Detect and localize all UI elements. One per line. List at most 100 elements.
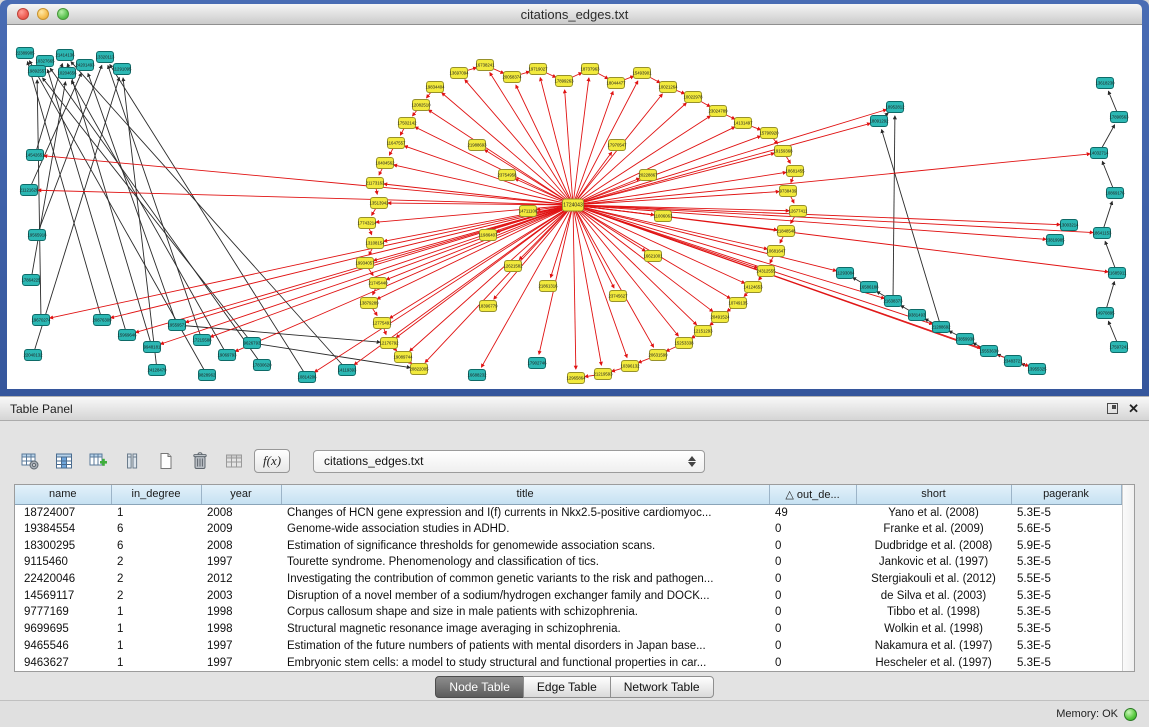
float-panel-icon[interactable] <box>1107 403 1118 414</box>
table-row[interactable]: 977716911998Corpus callosum shape and si… <box>15 604 1121 621</box>
column-header-pagerank[interactable]: pagerank <box>1011 485 1121 504</box>
tab-network-table[interactable]: Network Table <box>610 676 714 698</box>
table-cell[interactable]: Structural magnetic resonance image aver… <box>281 621 769 638</box>
tab-edge-table[interactable]: Edge Table <box>523 676 611 698</box>
table-cell[interactable]: 5.3E-5 <box>1011 504 1121 521</box>
table-cell[interactable]: 1997 <box>201 638 281 655</box>
table-cell[interactable]: 2 <box>111 587 201 604</box>
zoom-window-button[interactable] <box>57 8 69 20</box>
table-cell[interactable]: 2009 <box>201 521 281 538</box>
table-cell[interactable]: Wolkin et al. (1998) <box>856 621 1011 638</box>
close-panel-icon[interactable]: ✕ <box>1128 403 1139 414</box>
table-cell[interactable]: 2012 <box>201 571 281 588</box>
table-cell[interactable]: 6 <box>111 521 201 538</box>
table-cell[interactable]: 1 <box>111 621 201 638</box>
table-cell[interactable]: Estimation of significance thresholds fo… <box>281 537 769 554</box>
column-header-out_de[interactable]: △ out_de... <box>769 485 856 504</box>
table-cell[interactable]: Disruption of a novel member of a sodium… <box>281 587 769 604</box>
table-cell[interactable]: 49 <box>769 504 856 521</box>
table-cell[interactable]: Dudbridge et al. (2008) <box>856 537 1011 554</box>
table-cell[interactable]: 0 <box>769 521 856 538</box>
table-cell[interactable]: Franke et al. (2009) <box>856 521 1011 538</box>
tab-node-table[interactable]: Node Table <box>435 676 524 698</box>
table-cell[interactable]: 0 <box>769 654 856 671</box>
delete-table-button[interactable] <box>186 448 213 475</box>
table-row[interactable]: 1830029562008Estimation of significance … <box>15 537 1121 554</box>
minimize-window-button[interactable] <box>37 8 49 20</box>
table-cell[interactable]: Corpus callosum shape and size in male p… <box>281 604 769 621</box>
table-cell[interactable]: Genome-wide association studies in ADHD. <box>281 521 769 538</box>
network-canvas[interactable]: 1983440412082510175021421164755710404562… <box>7 25 1142 389</box>
table-cell[interactable]: 0 <box>769 621 856 638</box>
new-table-button[interactable] <box>152 448 179 475</box>
table-cell[interactable]: 19384554 <box>15 521 111 538</box>
table-cell[interactable]: Yano et al. (2008) <box>856 504 1011 521</box>
table-cell[interactable]: 1998 <box>201 621 281 638</box>
table-cell[interactable]: 9465546 <box>15 638 111 655</box>
table-cell[interactable]: 5.3E-5 <box>1011 587 1121 604</box>
table-cell[interactable]: 9699695 <box>15 621 111 638</box>
table-cell[interactable]: 5.6E-5 <box>1011 521 1121 538</box>
table-cell[interactable]: Estimation of the future numbers of pati… <box>281 638 769 655</box>
table-cell[interactable]: 9777169 <box>15 604 111 621</box>
table-cell[interactable]: 5.3E-5 <box>1011 604 1121 621</box>
table-cell[interactable]: 0 <box>769 554 856 571</box>
table-cell[interactable]: 5.9E-5 <box>1011 537 1121 554</box>
delete-column-button[interactable] <box>118 448 145 475</box>
table-cell[interactable]: 0 <box>769 587 856 604</box>
show-columns-button[interactable] <box>50 448 77 475</box>
table-cell[interactable]: 1997 <box>201 554 281 571</box>
table-cell[interactable]: 0 <box>769 571 856 588</box>
table-scrollbar[interactable] <box>1122 485 1135 671</box>
table-cell[interactable]: 2008 <box>201 537 281 554</box>
table-cell[interactable]: Nakamura et al. (1997) <box>856 638 1011 655</box>
table-cell[interactable]: Investigating the contribution of common… <box>281 571 769 588</box>
table-cell[interactable]: Hescheler et al. (1997) <box>856 654 1011 671</box>
table-cell[interactable]: 1 <box>111 504 201 521</box>
table-cell[interactable]: 22420046 <box>15 571 111 588</box>
column-header-year[interactable]: year <box>201 485 281 504</box>
table-cell[interactable]: 1997 <box>201 654 281 671</box>
table-cell[interactable]: 14569117 <box>15 587 111 604</box>
table-row[interactable]: 1456911722003Disruption of a novel membe… <box>15 587 1121 604</box>
table-row[interactable]: 946554611997Estimation of the future num… <box>15 638 1121 655</box>
column-header-short[interactable]: short <box>856 485 1011 504</box>
table-cell[interactable]: 1 <box>111 604 201 621</box>
table-cell[interactable]: Tourette syndrome. Phenomenology and cla… <box>281 554 769 571</box>
table-row[interactable]: 1938455462009Genome-wide association stu… <box>15 521 1121 538</box>
table-cell[interactable]: 0 <box>769 537 856 554</box>
table-cell[interactable]: 6 <box>111 537 201 554</box>
table-cell[interactable]: 2 <box>111 571 201 588</box>
table-row[interactable]: 2242004622012Investigating the contribut… <box>15 571 1121 588</box>
close-window-button[interactable] <box>17 8 29 20</box>
column-header-in_degree[interactable]: in_degree <box>111 485 201 504</box>
import-table-button[interactable] <box>220 448 247 475</box>
table-row[interactable]: 969969511998Structural magnetic resonanc… <box>15 621 1121 638</box>
table-cell[interactable]: 9115460 <box>15 554 111 571</box>
table-cell[interactable]: Embryonic stem cells: a model to study s… <box>281 654 769 671</box>
table-cell[interactable]: 2 <box>111 554 201 571</box>
table-cell[interactable]: 0 <box>769 638 856 655</box>
table-selector-dropdown[interactable]: citations_edges.txt <box>313 450 705 473</box>
table-cell[interactable]: 18300295 <box>15 537 111 554</box>
table-cell[interactable]: 2008 <box>201 504 281 521</box>
table-cell[interactable]: Stergiakouli et al. (2012) <box>856 571 1011 588</box>
table-row[interactable]: 1872400712008Changes of HCN gene express… <box>15 504 1121 521</box>
table-cell[interactable]: 1 <box>111 654 201 671</box>
column-header-name[interactable]: name <box>15 485 111 504</box>
table-row[interactable]: 911546021997Tourette syndrome. Phenomeno… <box>15 554 1121 571</box>
table-cell[interactable]: 5.3E-5 <box>1011 554 1121 571</box>
network-window-titlebar[interactable]: citations_edges.txt <box>7 4 1142 25</box>
table-cell[interactable]: Jankovic et al. (1997) <box>856 554 1011 571</box>
citation-network-graph[interactable]: 1983440412082510175021421164755710404562… <box>7 25 1142 389</box>
table-mode-button[interactable] <box>16 448 43 475</box>
table-cell[interactable]: 9463627 <box>15 654 111 671</box>
table-cell[interactable]: 5.3E-5 <box>1011 621 1121 638</box>
table-row[interactable]: 946362711997Embryonic stem cells: a mode… <box>15 654 1121 671</box>
function-builder-button[interactable]: f(x) <box>254 449 290 473</box>
table-cell[interactable]: 5.3E-5 <box>1011 638 1121 655</box>
memory-status-icon[interactable] <box>1124 708 1137 721</box>
table-cell[interactable]: 0 <box>769 604 856 621</box>
table-cell[interactable]: 2003 <box>201 587 281 604</box>
table-cell[interactable]: 5.3E-5 <box>1011 654 1121 671</box>
